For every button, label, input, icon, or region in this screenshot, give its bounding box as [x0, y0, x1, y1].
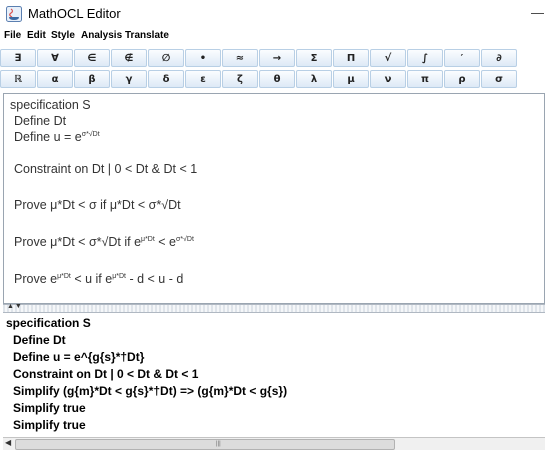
- symbol-arrow-button[interactable]: →: [259, 49, 295, 67]
- editor-line: Define u = eσ*√Dt: [14, 130, 100, 144]
- symbol-forall-button[interactable]: ∀: [37, 49, 73, 67]
- exponent: μ*Dt: [112, 272, 126, 280]
- line-text: < e: [154, 235, 176, 249]
- symbol-rho-button[interactable]: ρ: [444, 70, 480, 88]
- menu-analysis[interactable]: Analysis: [81, 30, 122, 41]
- symbol-toolbar-row-2: ℝ α β γ δ ε ζ θ λ μ ν π ρ σ: [0, 70, 545, 90]
- symbol-theta-button[interactable]: θ: [259, 70, 295, 88]
- symbol-pi-button[interactable]: π: [407, 70, 443, 88]
- symbol-toolbar-row-1: ∃ ∀ ∈ ∉ ∅ • ≈ → Σ Π √ ∫ ′ ∂: [0, 49, 545, 69]
- symbol-sum-button[interactable]: Σ: [296, 49, 332, 67]
- rendered-editor-pane[interactable]: specification S Define Dt Define u = eσ*…: [3, 93, 545, 304]
- scrollbar-thumb[interactable]: |||: [15, 439, 395, 450]
- output-line: Constraint on Dt | 0 < Dt & Dt < 1: [13, 367, 199, 381]
- symbol-delta-button[interactable]: δ: [148, 70, 184, 88]
- output-line: Simplify true: [13, 401, 86, 415]
- source-output-pane[interactable]: specification S Define Dt Define u = e^{…: [3, 313, 545, 437]
- symbol-mu-button[interactable]: μ: [333, 70, 369, 88]
- symbol-alpha-button[interactable]: α: [37, 70, 73, 88]
- menu-file[interactable]: File: [4, 30, 21, 41]
- line-text: Prove e: [14, 272, 58, 286]
- symbol-emptyset-button[interactable]: ∅: [148, 49, 184, 67]
- exponent: σ*√Dt: [81, 130, 100, 138]
- grip-icon: |||: [216, 441, 221, 447]
- symbol-bullet-button[interactable]: •: [185, 49, 221, 67]
- window-title: MathOCL Editor: [28, 6, 121, 21]
- editor-line: Define Dt: [14, 114, 67, 128]
- editor-line: Prove eμ*Dt < u if eμ*Dt - d < u - d: [14, 272, 183, 286]
- symbol-approx-button[interactable]: ≈: [222, 49, 258, 67]
- symbol-partial-button[interactable]: ∂: [481, 49, 517, 67]
- symbol-in-button[interactable]: ∈: [74, 49, 110, 67]
- symbol-notin-button[interactable]: ∉: [111, 49, 147, 67]
- splitter-arrows-icon[interactable]: ▲▼: [7, 303, 23, 310]
- editor-line: Constraint on Dt | 0 < Dt & Dt < 1: [14, 162, 198, 176]
- scroll-left-arrow-icon[interactable]: ◀: [5, 438, 11, 447]
- symbol-beta-button[interactable]: β: [74, 70, 110, 88]
- java-app-icon: [6, 6, 22, 22]
- symbol-lambda-button[interactable]: λ: [296, 70, 332, 88]
- output-line: specification S: [6, 316, 91, 330]
- output-line: Simplify true: [13, 418, 86, 432]
- symbol-reals-button[interactable]: ℝ: [0, 70, 36, 88]
- line-text: Define u = e: [14, 130, 82, 144]
- symbol-sqrt-button[interactable]: √: [370, 49, 406, 67]
- symbol-exists-button[interactable]: ∃: [0, 49, 36, 67]
- horizontal-scrollbar[interactable]: ◀ |||: [3, 437, 545, 450]
- symbol-epsilon-button[interactable]: ε: [185, 70, 221, 88]
- minimize-button[interactable]: —: [531, 5, 544, 20]
- exponent: μ*Dt: [141, 235, 155, 243]
- menu-translate[interactable]: Translate: [125, 30, 169, 41]
- line-text: < u if e: [70, 272, 113, 286]
- editor-line: Prove μ*Dt < σ*√Dt if eμ*Dt < eσ*√Dt: [14, 235, 194, 249]
- symbol-product-button[interactable]: Π: [333, 49, 369, 67]
- menu-bar: File Edit Style Analysis Translate: [0, 28, 545, 45]
- menu-style[interactable]: Style: [51, 30, 75, 41]
- menu-edit[interactable]: Edit: [27, 30, 46, 41]
- exponent: σ*√Dt: [176, 235, 194, 243]
- output-line: Define Dt: [13, 333, 66, 347]
- symbol-nu-button[interactable]: ν: [370, 70, 406, 88]
- exponent: μ*Dt: [57, 272, 71, 280]
- output-line: Define u = e^{g{s}*†Dt}: [13, 350, 145, 364]
- symbol-gamma-button[interactable]: γ: [111, 70, 147, 88]
- line-text: Prove μ*Dt < σ*√Dt if e: [14, 235, 142, 249]
- output-line: Simplify (g{m}*Dt < g{s}*†Dt) => (g{m}*D…: [13, 384, 288, 398]
- line-text: - d < u - d: [125, 272, 184, 286]
- symbol-prime-button[interactable]: ′: [444, 49, 480, 67]
- split-pane-divider[interactable]: ▲▼: [3, 303, 545, 313]
- symbol-zeta-button[interactable]: ζ: [222, 70, 258, 88]
- title-bar: MathOCL Editor —: [0, 0, 545, 28]
- symbol-integral-button[interactable]: ∫: [407, 49, 443, 67]
- symbol-sigma-button[interactable]: σ: [481, 70, 517, 88]
- editor-line: specification S: [10, 98, 91, 112]
- editor-line: Prove μ*Dt < σ if μ*Dt < σ*√Dt: [14, 198, 181, 212]
